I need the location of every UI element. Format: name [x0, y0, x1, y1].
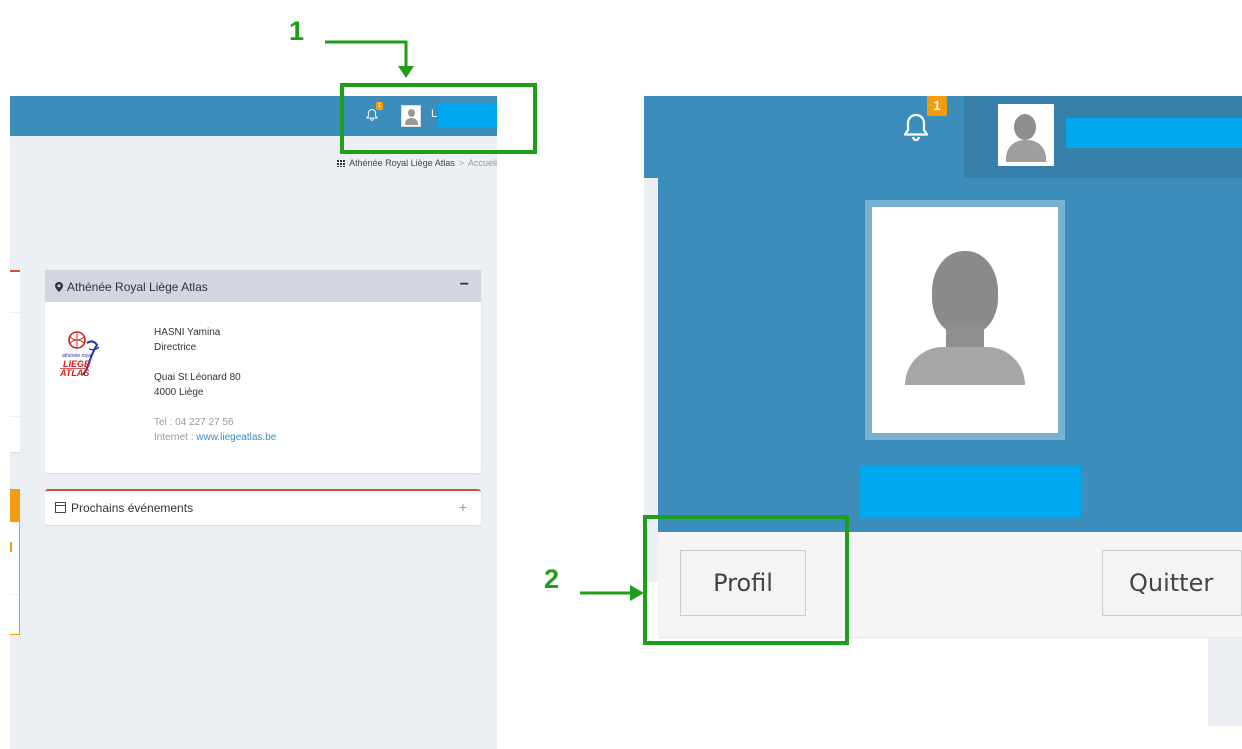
phone-number: Tel : 04 227 27 56	[154, 417, 234, 428]
contact-name: HASNI Yamina	[154, 327, 221, 338]
partial-card-left-warning	[10, 489, 20, 635]
annotation-arrow-1	[325, 40, 414, 78]
annotation-step-2-number: 2	[544, 564, 560, 594]
school-card-title: Athénée Royal Liège Atlas	[67, 280, 208, 294]
expand-button[interactable]: +	[459, 499, 467, 515]
annotation-box-2	[643, 515, 849, 645]
bell-icon-zoomed[interactable]	[902, 112, 930, 144]
website-link[interactable]: www.liegeatlas.be	[196, 432, 276, 443]
events-card-title: Prochains événements	[71, 501, 194, 515]
address-line2: 4000 Liège	[154, 387, 204, 398]
content-edge-bottom	[1208, 638, 1242, 726]
contact-role: Directrice	[154, 342, 197, 353]
logout-button[interactable]: Quitter	[1102, 550, 1242, 616]
breadcrumb: Athénée Royal Liège Atlas > Accueil	[337, 158, 497, 168]
profile-photo	[872, 207, 1058, 433]
school-card-header: Athénée Royal Liège Atlas −	[45, 270, 481, 302]
breadcrumb-current: Accueil	[467, 158, 497, 168]
internet-label: Internet :	[154, 432, 197, 443]
notification-badge-zoomed: 1	[927, 96, 947, 116]
annotation-step-1-number: 1	[289, 16, 305, 46]
grid-icon	[337, 160, 347, 167]
svg-text:ATLAS: ATLAS	[59, 368, 89, 378]
breadcrumb-school[interactable]: Athénée Royal Liège Atlas	[349, 158, 455, 168]
dashboard-panel: 1 L Athénée Royal Liège Atlas > Accueil At…	[10, 96, 497, 749]
annotation-arrow-2	[580, 585, 644, 601]
collapse-button[interactable]: −	[460, 276, 469, 294]
map-marker-icon	[55, 282, 63, 292]
user-avatar-zoomed[interactable]	[998, 104, 1054, 166]
partial-card-left	[10, 270, 20, 452]
screenshot-stage: 1 L Athénée Royal Liège Atlas > Accueil At…	[0, 0, 1242, 749]
annotation-box-1	[340, 83, 537, 154]
school-info-card: Athénée Royal Liège Atlas − athénée roya…	[45, 270, 481, 473]
events-card: Prochains événements +	[45, 489, 481, 525]
school-logo: athénée royal LIEGE ATLAS	[59, 331, 100, 378]
calendar-icon	[55, 502, 66, 513]
content-edge	[644, 178, 658, 532]
school-contact-info: HASNI Yamina Directrice Quai St Léonard …	[154, 325, 276, 445]
address-line1: Quai St Léonard 80	[154, 372, 241, 383]
redacted-user-name-zoomed	[1066, 118, 1242, 148]
redacted-full-name	[859, 466, 1081, 518]
